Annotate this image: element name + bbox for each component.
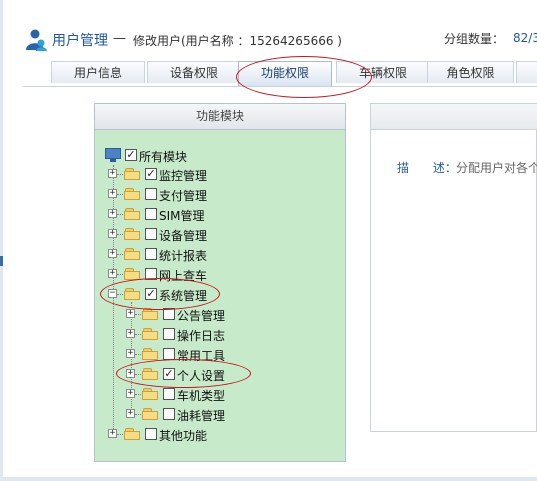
folder-icon bbox=[124, 188, 141, 200]
tree-subitem-fuel-consumption-mgmt[interactable]: + 油耗管理 bbox=[126, 406, 246, 424]
folder-icon bbox=[142, 328, 159, 340]
expand-icon[interactable]: + bbox=[126, 409, 135, 418]
tree-item-other-functions[interactable]: + 其他功能 bbox=[108, 426, 228, 444]
tree-subitem-label: 公告管理 bbox=[177, 309, 226, 323]
tree-item-label: 支付管理 bbox=[159, 189, 208, 203]
tab-vehicle-permission[interactable]: 车辆权限 bbox=[336, 61, 430, 83]
group-count-label: 分组数量： bbox=[444, 32, 505, 46]
expand-icon[interactable]: + bbox=[108, 429, 117, 438]
collapse-icon[interactable]: − bbox=[108, 289, 117, 298]
tree-root-label: 所有模块 bbox=[139, 150, 188, 164]
tab-user-info[interactable]: 用户信息 bbox=[51, 61, 145, 83]
expand-icon[interactable]: + bbox=[108, 249, 117, 258]
tab-bar: 用户信息 设备权限 功能权限 车辆权限 角色权限 bbox=[23, 61, 537, 87]
tree-item-label: 设备管理 bbox=[159, 229, 208, 243]
expand-icon[interactable]: + bbox=[126, 349, 135, 358]
tab-role-permission[interactable]: 角色权限 bbox=[427, 61, 514, 83]
tree-item-checkbox[interactable]: ✓ bbox=[145, 288, 157, 300]
tree-item-checkbox[interactable] bbox=[145, 268, 157, 280]
tree-subitem-label: 常用工具 bbox=[177, 349, 226, 363]
tree-subitem-label: 个人设置 bbox=[177, 369, 226, 383]
page-subtitle: 修改用户(用户名称 ：15264265666 ) bbox=[133, 34, 342, 48]
page-title: 用户管理 bbox=[52, 33, 108, 49]
tree-subitem-vehicle-unit-type[interactable]: + 车机类型 bbox=[126, 386, 246, 404]
tab-more[interactable] bbox=[516, 61, 537, 83]
description-label: 描 述： bbox=[397, 161, 457, 175]
tree-item-sim-mgmt[interactable]: + SIM管理 bbox=[108, 206, 228, 224]
tree-item-checkbox[interactable] bbox=[145, 208, 157, 220]
tree-root[interactable]: ✓ 所有模块 bbox=[105, 147, 225, 165]
expand-icon[interactable]: + bbox=[126, 389, 135, 398]
tree-subitem-checkbox[interactable] bbox=[163, 328, 175, 340]
tree-subitem-personal-settings[interactable]: + ✓ 个人设置 bbox=[126, 366, 246, 384]
tree-item-monitor-mgmt[interactable]: + ✓ 监控管理 bbox=[108, 166, 228, 184]
tree-item-checkbox[interactable] bbox=[145, 228, 157, 240]
folder-icon bbox=[142, 308, 159, 320]
tree-item-statistics-report[interactable]: + 统计报表 bbox=[108, 246, 228, 264]
tree-item-label: 统计报表 bbox=[159, 249, 208, 263]
folder-icon bbox=[124, 208, 141, 220]
tree-subitem-label: 车机类型 bbox=[177, 389, 226, 403]
folder-icon bbox=[142, 408, 159, 420]
page: 用户管理 — 修改用户(用户名称 ：15264265666 ) 分组数量： 82… bbox=[0, 0, 537, 481]
tree-subitem-label: 操作日志 bbox=[177, 329, 226, 343]
tree-subitem-common-tools[interactable]: + 常用工具 bbox=[126, 346, 246, 364]
left-frame-edge bbox=[0, 0, 3, 481]
tree-subitem-checkbox[interactable] bbox=[163, 348, 175, 360]
folder-icon bbox=[142, 388, 159, 400]
expand-icon[interactable]: + bbox=[126, 309, 135, 318]
module-panel-header: 功能模块 bbox=[95, 104, 345, 130]
tree-item-label: 其他功能 bbox=[159, 429, 208, 443]
tree-subitem-announcement-mgmt[interactable]: + 公告管理 bbox=[126, 306, 246, 324]
tree-item-device-mgmt[interactable]: + 设备管理 bbox=[108, 226, 228, 244]
bottom-frame-edge bbox=[0, 477, 537, 481]
tree-subitem-operation-log[interactable]: + 操作日志 bbox=[126, 326, 246, 344]
tree-subitem-label: 油耗管理 bbox=[177, 409, 226, 423]
expand-icon[interactable]: + bbox=[108, 229, 117, 238]
description-value: 分配用户对各个 bbox=[456, 161, 537, 175]
tree-subitem-checkbox[interactable] bbox=[163, 408, 175, 420]
tab-device-permission[interactable]: 设备权限 bbox=[147, 61, 241, 83]
tree-subitem-checkbox[interactable] bbox=[163, 388, 175, 400]
folder-icon bbox=[124, 428, 141, 440]
tab-function-permission[interactable]: 功能权限 bbox=[238, 61, 332, 86]
tree-item-label: 网上查车 bbox=[159, 269, 208, 283]
expand-icon[interactable]: + bbox=[126, 369, 135, 378]
expand-icon[interactable]: + bbox=[108, 189, 117, 198]
folder-icon bbox=[142, 348, 159, 360]
expand-icon[interactable]: + bbox=[108, 169, 117, 178]
user-group-icon bbox=[26, 29, 47, 51]
tree-subitem-checkbox[interactable]: ✓ bbox=[163, 368, 175, 380]
expand-icon[interactable]: + bbox=[108, 269, 117, 278]
tree-item-checkbox[interactable] bbox=[145, 188, 157, 200]
tree-item-label: 系统管理 bbox=[159, 289, 208, 303]
title-separator: — bbox=[113, 31, 126, 46]
detail-panel: 描 述： 分配用户对各个 bbox=[370, 103, 537, 432]
page-header: 用户管理 — 修改用户(用户名称 ：15264265666 ) 分组数量： 82… bbox=[0, 0, 537, 62]
expand-icon[interactable]: + bbox=[108, 209, 117, 218]
tree-root-checkbox[interactable]: ✓ bbox=[125, 149, 137, 161]
folder-icon bbox=[124, 268, 141, 280]
tree-item-system-mgmt[interactable]: − ✓ 系统管理 bbox=[108, 286, 228, 304]
detail-panel-header bbox=[371, 104, 537, 130]
tree-item-label: SIM管理 bbox=[159, 209, 205, 223]
tree-item-checkbox[interactable]: ✓ bbox=[145, 168, 157, 180]
folder-icon bbox=[142, 368, 159, 380]
tree-item-payment-mgmt[interactable]: + 支付管理 bbox=[108, 186, 228, 204]
folder-icon bbox=[124, 168, 141, 180]
tree-item-label: 监控管理 bbox=[159, 169, 208, 183]
group-count-value: 82/3 bbox=[513, 31, 537, 45]
tree-item-online-vehicle-search[interactable]: + 网上查车 bbox=[108, 266, 228, 284]
tree-subitem-checkbox[interactable] bbox=[163, 308, 175, 320]
tree-item-checkbox[interactable] bbox=[145, 248, 157, 260]
folder-icon bbox=[124, 228, 141, 240]
folder-icon bbox=[124, 248, 141, 260]
monitor-icon bbox=[105, 148, 121, 162]
expand-icon[interactable]: + bbox=[126, 329, 135, 338]
tree-item-checkbox[interactable] bbox=[145, 428, 157, 440]
frame-marker bbox=[0, 256, 3, 266]
folder-open-icon bbox=[124, 288, 141, 300]
